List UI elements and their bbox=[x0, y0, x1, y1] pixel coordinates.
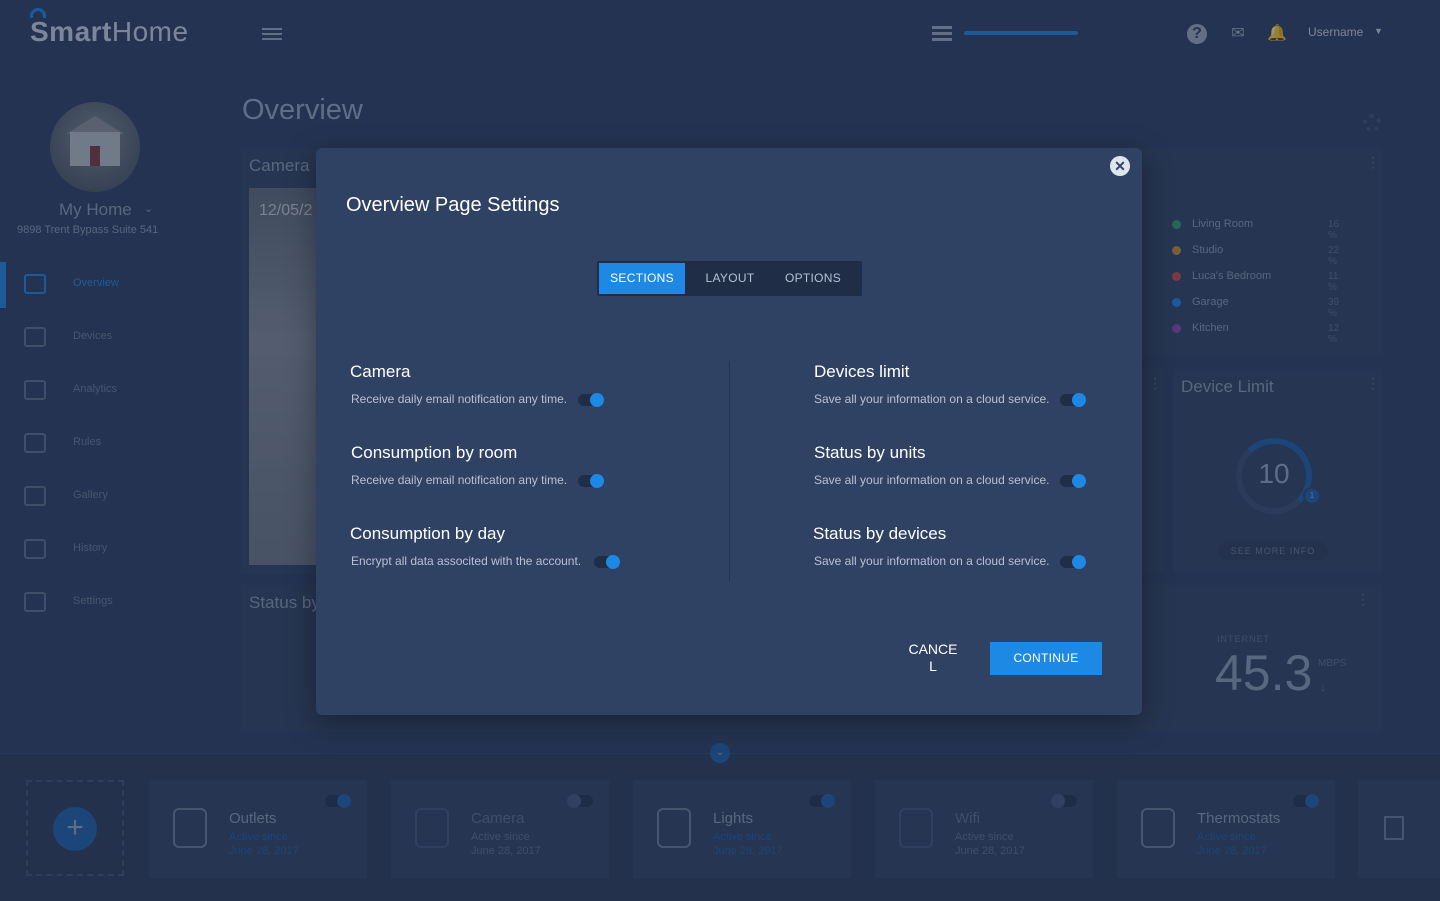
toggle-knob bbox=[1072, 555, 1086, 569]
close-icon[interactable]: ✕ bbox=[1110, 156, 1130, 176]
modal-title: Overview Page Settings bbox=[346, 194, 560, 216]
toggle-knob bbox=[590, 393, 604, 407]
setting-desc-status-by-devices: Save all your information on a cloud ser… bbox=[814, 554, 1050, 568]
setting-title-status-by-units: Status by units bbox=[814, 443, 926, 462]
tab-options[interactable]: OPTIONS bbox=[770, 263, 856, 294]
cancel-button[interactable]: CANCEL bbox=[905, 641, 961, 675]
settings-tabs: SECTIONS LAYOUT OPTIONS bbox=[597, 261, 862, 296]
setting-desc-status-by-units: Save all your information on a cloud ser… bbox=[814, 473, 1050, 487]
toggle-knob bbox=[1072, 474, 1086, 488]
toggle-knob bbox=[606, 555, 620, 569]
toggle-consumption-by-day[interactable] bbox=[594, 555, 620, 569]
toggle-camera[interactable] bbox=[578, 393, 604, 407]
setting-title-devices-limit: Devices limit bbox=[814, 362, 910, 381]
continue-button[interactable]: CONTINUE bbox=[990, 642, 1102, 675]
toggle-knob bbox=[1072, 393, 1086, 407]
setting-desc-devices-limit: Save all your information on a cloud ser… bbox=[814, 392, 1050, 406]
setting-desc-consumption-by-day: Encrypt all data associted with the acco… bbox=[351, 554, 582, 568]
toggle-knob bbox=[590, 474, 604, 488]
settings-modal: ✕ Overview Page Settings SECTIONS LAYOUT… bbox=[316, 148, 1142, 715]
toggle-status-by-units[interactable] bbox=[1060, 474, 1086, 488]
column-divider bbox=[729, 361, 730, 581]
toggle-consumption-by-room[interactable] bbox=[578, 474, 604, 488]
toggle-devices-limit[interactable] bbox=[1060, 393, 1086, 407]
setting-title-status-by-devices: Status by devices bbox=[813, 524, 947, 543]
tab-sections[interactable]: SECTIONS bbox=[599, 263, 685, 294]
setting-title-consumption-by-day: Consumption by day bbox=[350, 524, 505, 543]
setting-desc-consumption-by-room: Receive daily email notification any tim… bbox=[351, 473, 568, 487]
tab-layout[interactable]: LAYOUT bbox=[690, 263, 770, 294]
toggle-status-by-devices[interactable] bbox=[1060, 555, 1086, 569]
setting-title-camera: Camera bbox=[350, 362, 411, 381]
setting-title-consumption-by-room: Consumption by room bbox=[351, 443, 518, 462]
setting-desc-camera: Receive daily email notification any tim… bbox=[351, 392, 568, 406]
